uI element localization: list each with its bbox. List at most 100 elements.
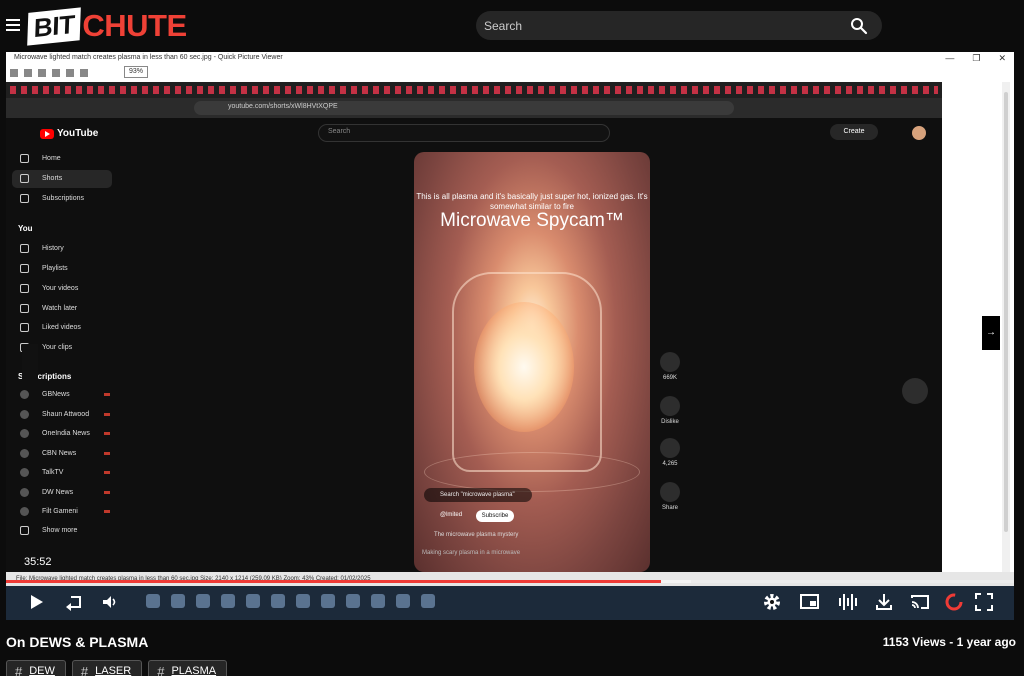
short-mystery: The microwave plasma mystery <box>434 532 519 538</box>
autoplay-button[interactable] <box>942 590 966 614</box>
picture-viewer-titlebar: Microwave lighted match creates plasma i… <box>6 52 1014 82</box>
sidebar-item-subscriptions: Subscriptions <box>12 190 112 208</box>
site-header: BIT CHUTE <box>0 0 1024 52</box>
menu-icon[interactable] <box>6 19 20 31</box>
search-icon[interactable] <box>850 17 868 35</box>
loading-ring-icon <box>945 593 963 611</box>
video-icon <box>20 284 29 293</box>
hash-icon: # <box>80 663 89 676</box>
cast-button[interactable] <box>908 590 932 614</box>
tag-laser[interactable]: # LASER <box>71 660 143 676</box>
tab-favicons <box>10 86 938 94</box>
search-bar <box>476 11 882 40</box>
viewer-statusbar: File: Microwave lighted match creates pl… <box>6 572 1014 586</box>
sidebar-you-heading: You <box>18 224 33 233</box>
download-button[interactable] <box>872 590 896 614</box>
player-controls <box>6 586 1014 618</box>
next-arrow-icon: → <box>982 316 1000 350</box>
glass-jar <box>452 272 602 472</box>
hash-icon: # <box>15 663 23 676</box>
toolbar-icon <box>80 69 88 77</box>
pip-button[interactable] <box>798 590 822 614</box>
duration: 55:09 <box>970 556 998 568</box>
comments-action: 4,265 <box>656 438 684 467</box>
cast-icon <box>911 595 929 609</box>
sidebar-item-history: History <box>12 240 112 258</box>
volume-button[interactable] <box>98 590 122 614</box>
subscription-item: Shaun Attwood <box>12 406 112 424</box>
thumbs-down-icon <box>660 396 680 416</box>
chapters-button[interactable] <box>836 590 860 614</box>
home-icon <box>20 154 29 163</box>
logo-chute: CHUTE <box>82 8 187 43</box>
youtube-search <box>318 124 610 142</box>
settings-button[interactable] <box>760 590 784 614</box>
channel-avatar-icon <box>20 507 29 516</box>
youtube-play-icon <box>40 128 54 139</box>
fullscreen-button[interactable] <box>972 590 996 614</box>
dislike-action: Dislike <box>656 396 684 425</box>
subscription-item: GBNews <box>12 386 112 404</box>
chevron-down-icon <box>20 526 29 535</box>
hash-icon: # <box>157 663 165 676</box>
rewind-button[interactable] <box>62 590 86 614</box>
sidebar-item-shorts: Shorts <box>12 170 112 188</box>
sidebar-show-more: Show more <box>12 522 112 540</box>
browser-tab-strip <box>6 82 942 98</box>
progress-bar[interactable] <box>6 580 1014 583</box>
subscription-item: Filt Gameni <box>12 503 112 521</box>
avatar <box>912 126 926 140</box>
toolbar-icon <box>10 69 18 77</box>
youtube-logo: YouTube <box>40 128 98 139</box>
fullscreen-icon <box>975 593 993 611</box>
arrow-down-icon <box>902 378 928 404</box>
short-search-chip: Search "microwave plasma" <box>424 488 532 502</box>
browser-url-bar: youtube.com/shorts/xWl8HVtXQPE <box>6 98 942 118</box>
thumbs-up-icon <box>20 323 29 332</box>
channel-avatar-icon <box>20 390 29 399</box>
toolbar-icon <box>24 69 32 77</box>
video-frame: youtube.com/shorts/xWl8HVtXQPE YouTube S… <box>6 82 942 572</box>
toolbar-icon <box>38 69 46 77</box>
play-icon <box>31 595 43 609</box>
gear-icon <box>764 594 780 610</box>
sidebar-item-liked-videos: Liked videos <box>12 319 112 337</box>
playlists-icon <box>20 264 29 273</box>
subscription-item: DW News <box>12 484 112 502</box>
clock-icon <box>20 304 29 313</box>
short-subscribe: Subscribe <box>476 510 514 522</box>
minimize-icon: — <box>945 53 955 63</box>
toolbar-icon <box>66 69 74 77</box>
video-meta: 1153 Views - 1 year ago <box>882 635 1016 649</box>
channel-avatar-icon <box>20 488 29 497</box>
youtube-search-placeholder: Search <box>328 128 351 135</box>
play-button[interactable] <box>24 590 48 614</box>
shorts-icon <box>20 174 29 183</box>
search-input[interactable] <box>484 15 844 36</box>
short-title: Microwave Spycam™ <box>440 210 624 231</box>
download-icon <box>876 594 892 610</box>
waveform-icon <box>839 594 857 610</box>
volume-icon <box>103 596 116 608</box>
short-making: Making scary plasma in a microwave <box>422 550 521 556</box>
progress-played <box>6 580 662 583</box>
current-time: 35:52 <box>24 556 52 568</box>
subscription-item: TalkTV <box>12 464 112 482</box>
youtube-header: YouTube Search Create <box>6 118 942 150</box>
sidebar-item-home: Home <box>12 150 112 168</box>
comment-icon <box>660 438 680 458</box>
close-icon: ✕ <box>998 53 1006 63</box>
tag-plasma[interactable]: # PLASMA <box>148 660 228 676</box>
video-player[interactable]: Microwave lighted match creates plasma i… <box>6 52 1014 620</box>
short-channel: @lmited <box>440 512 463 518</box>
microwave-plate <box>424 452 640 492</box>
tag-dew[interactable]: # DEW <box>6 660 66 676</box>
channel-avatar-icon <box>20 468 29 477</box>
subscriptions-icon <box>20 194 29 203</box>
share-action: Share <box>656 482 684 511</box>
subscription-item: OneIndia News <box>12 425 112 443</box>
sidebar-item-playlists: Playlists <box>12 260 112 278</box>
history-icon <box>20 244 29 253</box>
channel-avatar-icon <box>20 410 29 419</box>
bitchute-logo[interactable]: BIT CHUTE <box>27 6 187 46</box>
